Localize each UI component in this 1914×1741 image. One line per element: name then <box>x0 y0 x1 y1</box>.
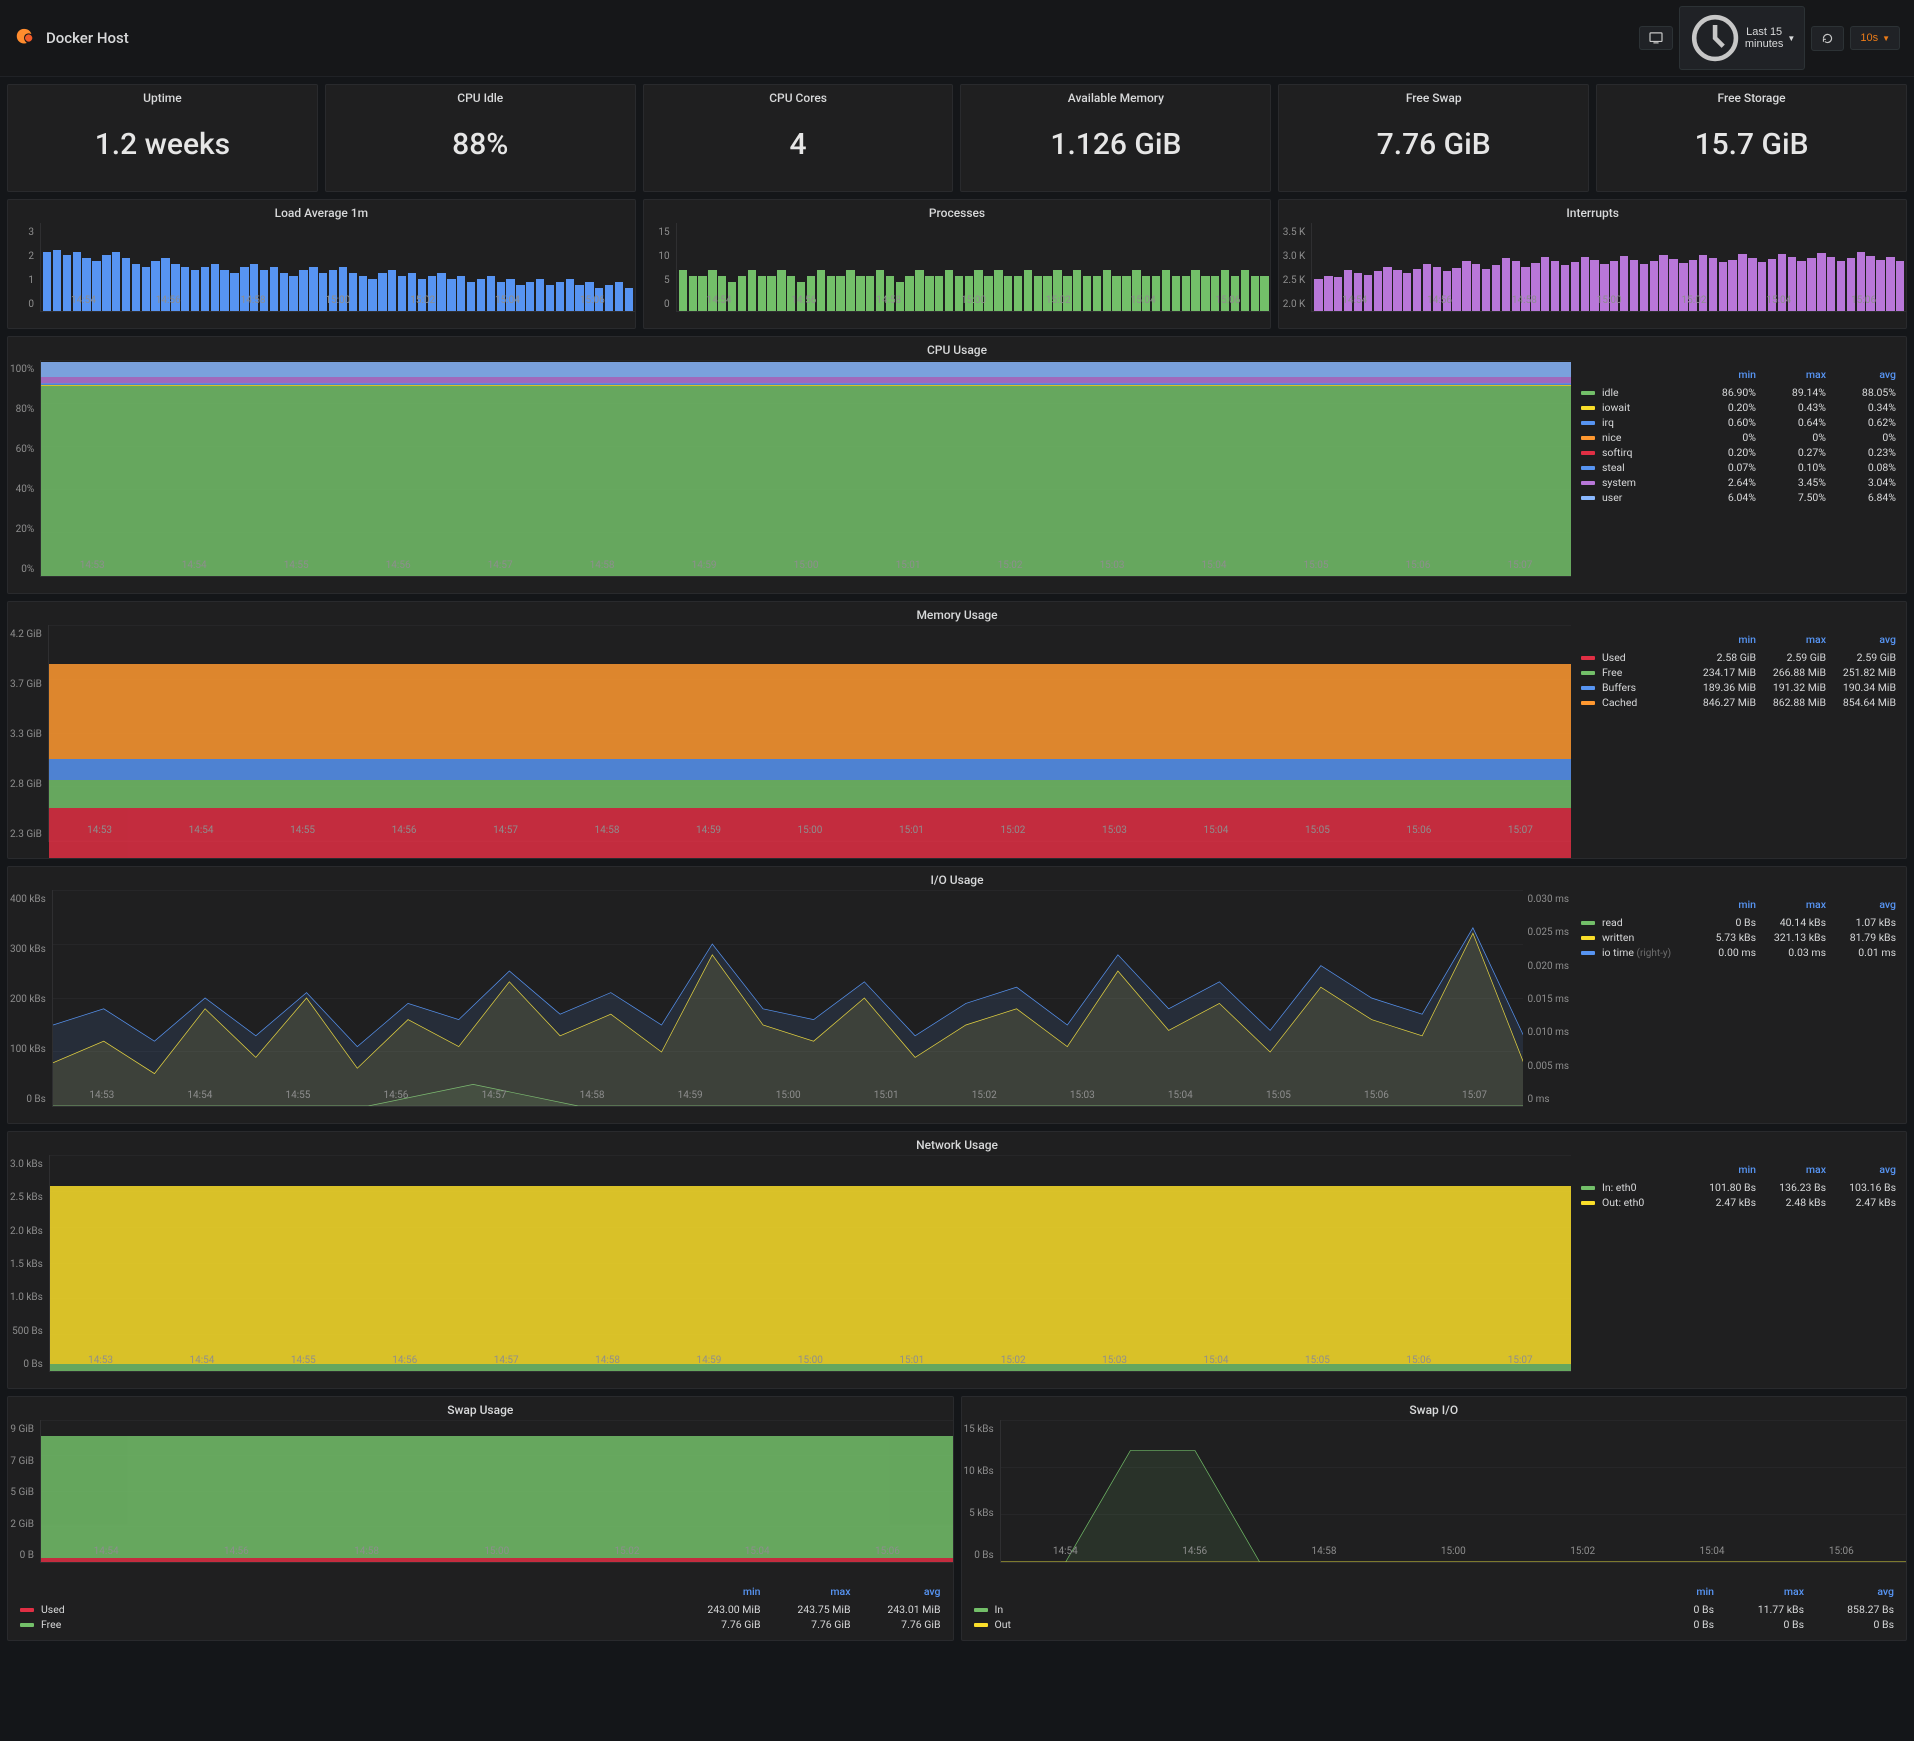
timerange-label: Last 15 minutes <box>1745 26 1784 50</box>
legend: minmaxavgIn0 Bs11.77 kBs858.27 BsOut0 Bs… <box>962 1579 1907 1640</box>
page-title: Docker Host <box>46 29 129 47</box>
stat-avail-mem[interactable]: Available Memory 1.126 GiB <box>960 84 1271 192</box>
legend-item[interactable]: Out0 Bs0 Bs0 Bs <box>974 1617 1895 1632</box>
stat-uptime[interactable]: Uptime 1.2 weeks <box>7 84 318 192</box>
legend-item[interactable]: Used2.58 GiB2.59 GiB2.59 GiB <box>1581 650 1896 665</box>
legend-item[interactable]: iowait0.20%0.43%0.34% <box>1581 400 1896 415</box>
panel-swap-usage[interactable]: Swap Usage 9 GiB7 GiB5 GiB2 GiB0 B 14:54… <box>7 1396 954 1641</box>
legend-item[interactable]: nice0%0%0% <box>1581 430 1896 445</box>
legend-item[interactable]: softirq0.20%0.27%0.23% <box>1581 445 1896 460</box>
plot-area: 14:5314:5414:5514:5614:5714:5814:5915:00… <box>40 360 1571 577</box>
legend-item[interactable]: Cached846.27 MiB862.88 MiB854.64 MiB <box>1581 695 1896 710</box>
stat-value: 4 <box>644 108 953 191</box>
panel-network-usage[interactable]: Network Usage 3.0 kBs2.5 kBs2.0 kBs1.5 k… <box>7 1131 1907 1389</box>
legend-item[interactable]: idle86.90%89.14%88.05% <box>1581 385 1896 400</box>
yaxis: 3.5 K3.0 K2.5 K2.0 K <box>1279 223 1311 328</box>
legend: minmaxavgUsed2.58 GiB2.59 GiB2.59 GiBFre… <box>1571 625 1906 858</box>
legend: minmaxavgidle86.90%89.14%88.05%iowait0.2… <box>1571 360 1906 593</box>
panel-io-usage[interactable]: I/O Usage 400 kBs300 kBs200 kBs100 kBs0 … <box>7 866 1907 1124</box>
topbar: Docker Host Last 15 minutes ▼ 10s ▼ <box>0 0 1914 77</box>
panel-interrupts[interactable]: Interrupts 3.5 K3.0 K2.5 K2.0 K 14:5414:… <box>1278 199 1907 329</box>
legend-item[interactable]: Used243.00 MiB243.75 MiB243.01 MiB <box>20 1602 941 1617</box>
yaxis: 151050 <box>644 223 676 328</box>
plot-area: 14:5414:5614:5815:0015:0215:0415:06 <box>1000 1420 1906 1563</box>
legend: minmaxavgIn: eth0101.80 Bs136.23 Bs103.1… <box>1571 1155 1906 1388</box>
timerange-picker[interactable]: Last 15 minutes ▼ <box>1679 6 1806 70</box>
stat-free-swap[interactable]: Free Swap 7.76 GiB <box>1278 84 1589 192</box>
panel-processes[interactable]: Processes 151050 14:5414:5614:5815:0015:… <box>643 199 1272 329</box>
stat-value: 1.126 GiB <box>961 108 1270 191</box>
plot-area: 14:5414:5614:5815:0015:0215:0415:06 <box>676 223 1271 312</box>
legend-item[interactable]: Free234.17 MiB266.88 MiB251.82 MiB <box>1581 665 1896 680</box>
legend-item[interactable]: user6.04%7.50%6.84% <box>1581 490 1896 505</box>
stat-value: 88% <box>326 108 635 191</box>
refresh-interval-picker[interactable]: 10s ▼ <box>1850 26 1900 50</box>
legend: minmaxavgread0 Bs40.14 kBs1.07 kBswritte… <box>1571 890 1906 1123</box>
legend-item[interactable]: irq0.60%0.64%0.62% <box>1581 415 1896 430</box>
legend-item[interactable]: read0 Bs40.14 kBs1.07 kBs <box>1581 915 1896 930</box>
legend-item[interactable]: io time (right-y)0.00 ms0.03 ms0.01 ms <box>1581 945 1896 960</box>
stat-value: 7.76 GiB <box>1279 108 1588 191</box>
legend-item[interactable]: Free7.76 GiB7.76 GiB7.76 GiB <box>20 1617 941 1632</box>
legend-item[interactable]: Buffers189.36 MiB191.32 MiB190.34 MiB <box>1581 680 1896 695</box>
legend-item[interactable]: system2.64%3.45%3.04% <box>1581 475 1896 490</box>
plot-area: 14:5414:5614:5815:0015:0215:0415:06 <box>1311 223 1906 312</box>
legend-item[interactable]: written5.73 kBs321.13 kBs81.79 kBs <box>1581 930 1896 945</box>
panel-load-avg[interactable]: Load Average 1m 3210 14:5414:5614:5815:0… <box>7 199 636 329</box>
plot-area: 14:5314:5414:5514:5614:5714:5814:5915:00… <box>49 1155 1571 1372</box>
legend: minmaxavgUsed243.00 MiB243.75 MiB243.01 … <box>8 1579 953 1640</box>
plot-area: 14:5314:5414:5514:5614:5714:5814:5915:00… <box>52 890 1524 1107</box>
legend-item[interactable]: Out: eth02.47 kBs2.48 kBs2.47 kBs <box>1581 1195 1896 1210</box>
grafana-logo-icon[interactable] <box>14 27 36 49</box>
legend-item[interactable]: steal0.07%0.10%0.08% <box>1581 460 1896 475</box>
yaxis: 3210 <box>8 223 40 328</box>
panel-memory-usage[interactable]: Memory Usage 4.2 GiB3.7 GiB3.3 GiB2.8 Gi… <box>7 601 1907 859</box>
panel-cpu-usage[interactable]: CPU Usage 100%80%60%40%20%0% 14:5314:541… <box>7 336 1907 594</box>
plot-area: 14:5414:5614:5815:0015:0215:0415:06 <box>40 223 635 312</box>
cycle-view-button[interactable] <box>1639 26 1673 50</box>
stat-value: 15.7 GiB <box>1597 108 1906 191</box>
stat-cpu-cores[interactable]: CPU Cores 4 <box>643 84 954 192</box>
dashboard-grid: Uptime 1.2 weeks CPU Idle 88% CPU Cores … <box>0 77 1914 1648</box>
stat-value: 1.2 weeks <box>8 108 317 191</box>
refresh-icon <box>1821 32 1834 45</box>
chevron-down-icon: ▼ <box>1882 34 1890 43</box>
refresh-button[interactable] <box>1811 26 1844 51</box>
plot-area: 14:5314:5414:5514:5614:5714:5814:5915:00… <box>48 625 1571 842</box>
panel-swap-io[interactable]: Swap I/O 15 kBs10 kBs5 kBs0 Bs 14:5414:5… <box>961 1396 1908 1641</box>
clock-icon <box>1689 12 1741 64</box>
legend-item[interactable]: In: eth0101.80 Bs136.23 Bs103.16 Bs <box>1581 1180 1896 1195</box>
stat-free-storage[interactable]: Free Storage 15.7 GiB <box>1596 84 1907 192</box>
legend-item[interactable]: In0 Bs11.77 kBs858.27 Bs <box>974 1602 1895 1617</box>
stat-cpu-idle[interactable]: CPU Idle 88% <box>325 84 636 192</box>
refresh-interval-value: 10s <box>1860 32 1878 44</box>
plot-area: 14:5414:5614:5815:0015:0215:0415:06 <box>40 1420 953 1563</box>
chevron-down-icon: ▼ <box>1787 34 1795 43</box>
